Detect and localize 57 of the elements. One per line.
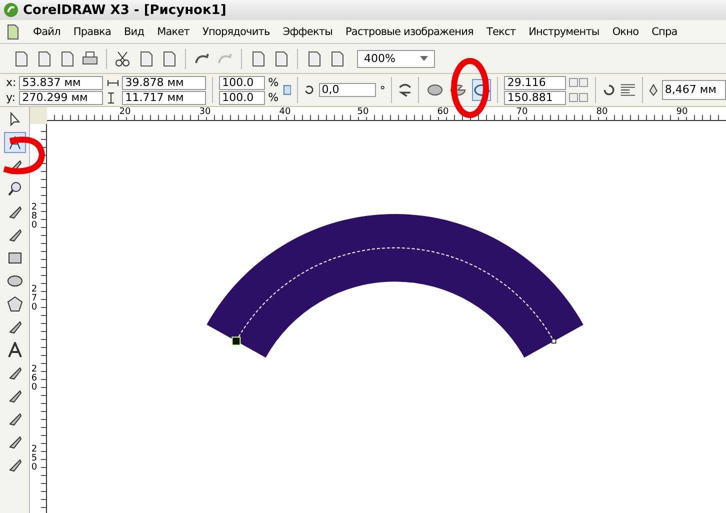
document-icon bbox=[6, 24, 20, 40]
ruler-label: 270 bbox=[31, 286, 38, 312]
scale-x-field[interactable]: 100.0 bbox=[219, 76, 266, 90]
balloon-logo-icon bbox=[3, 2, 19, 18]
ruler-label: 80 bbox=[596, 107, 608, 117]
menu-item[interactable]: Упорядочить bbox=[202, 26, 270, 38]
x-field[interactable]: 53.837 мм bbox=[19, 76, 104, 90]
end-node-icon[interactable] bbox=[551, 338, 556, 344]
ruler-label: 280 bbox=[31, 204, 38, 230]
y-field[interactable]: 270.299 мм bbox=[19, 90, 104, 104]
spin-arrows-icon[interactable] bbox=[569, 93, 590, 102]
ruler-label: 70 bbox=[516, 107, 528, 117]
ruler-label: 30 bbox=[199, 107, 211, 117]
spin-arrows-icon[interactable] bbox=[569, 78, 590, 87]
rotation-field[interactable]: 0,0 bbox=[318, 83, 376, 97]
menu-item[interactable]: Окно bbox=[612, 26, 639, 38]
start-node-icon[interactable] bbox=[232, 336, 241, 346]
window-title: CorelDRAW X3 - [Рисунок1] bbox=[23, 2, 226, 18]
print-icon[interactable] bbox=[81, 50, 99, 68]
width-arrow-icon bbox=[107, 78, 120, 86]
menu-item[interactable]: Растровые изображения bbox=[346, 26, 474, 38]
lock-icon[interactable] bbox=[282, 84, 292, 96]
caret-icon bbox=[420, 56, 428, 61]
menu-item[interactable]: Эффекты bbox=[282, 26, 332, 38]
percent-label: % bbox=[268, 91, 279, 104]
menu-item[interactable]: Спра bbox=[652, 26, 678, 38]
menu-item[interactable]: Вид bbox=[124, 26, 144, 38]
percent-label: % bbox=[268, 76, 279, 89]
ruler-label: 260 bbox=[31, 366, 38, 392]
start-angle-field[interactable]: 29.116 bbox=[504, 76, 566, 90]
scissors-icon[interactable] bbox=[114, 50, 132, 68]
menu-item[interactable]: Текст bbox=[486, 26, 516, 38]
ruler-label: 40 bbox=[279, 107, 291, 117]
end-angle-field[interactable]: 150.881 bbox=[504, 90, 566, 104]
arc-shape[interactable] bbox=[206, 214, 584, 358]
scale-y-field[interactable]: 100.0 bbox=[219, 90, 266, 104]
height-field[interactable]: 11.717 мм bbox=[122, 90, 206, 104]
zoom-dropdown[interactable]: 400% bbox=[357, 50, 435, 68]
height-arrow-icon bbox=[107, 92, 116, 104]
menu-item[interactable]: Правка bbox=[73, 26, 111, 38]
rotate-icon bbox=[304, 84, 315, 96]
x-label: x: bbox=[6, 76, 16, 89]
ruler-label: 50 bbox=[357, 107, 369, 117]
menu-item[interactable]: Файл bbox=[33, 26, 60, 38]
outline-width-field[interactable]: 8,467 мм bbox=[662, 80, 726, 100]
ruler-label: 250 bbox=[31, 446, 38, 472]
annotation-circle-drawing bbox=[450, 57, 490, 119]
mirror-icon[interactable] bbox=[398, 81, 412, 99]
ruler-label: 20 bbox=[119, 107, 131, 117]
ruler-label: 60 bbox=[437, 107, 449, 117]
width-field[interactable]: 39.878 мм bbox=[122, 76, 206, 90]
menu-item[interactable]: Инструменты bbox=[528, 26, 600, 38]
degree-label: ° bbox=[380, 84, 386, 96]
y-label: y: bbox=[6, 91, 16, 104]
menu-item[interactable]: Макет bbox=[157, 26, 190, 38]
ruler-label: 90 bbox=[676, 107, 688, 117]
wrap-text-icon[interactable] bbox=[620, 82, 636, 98]
